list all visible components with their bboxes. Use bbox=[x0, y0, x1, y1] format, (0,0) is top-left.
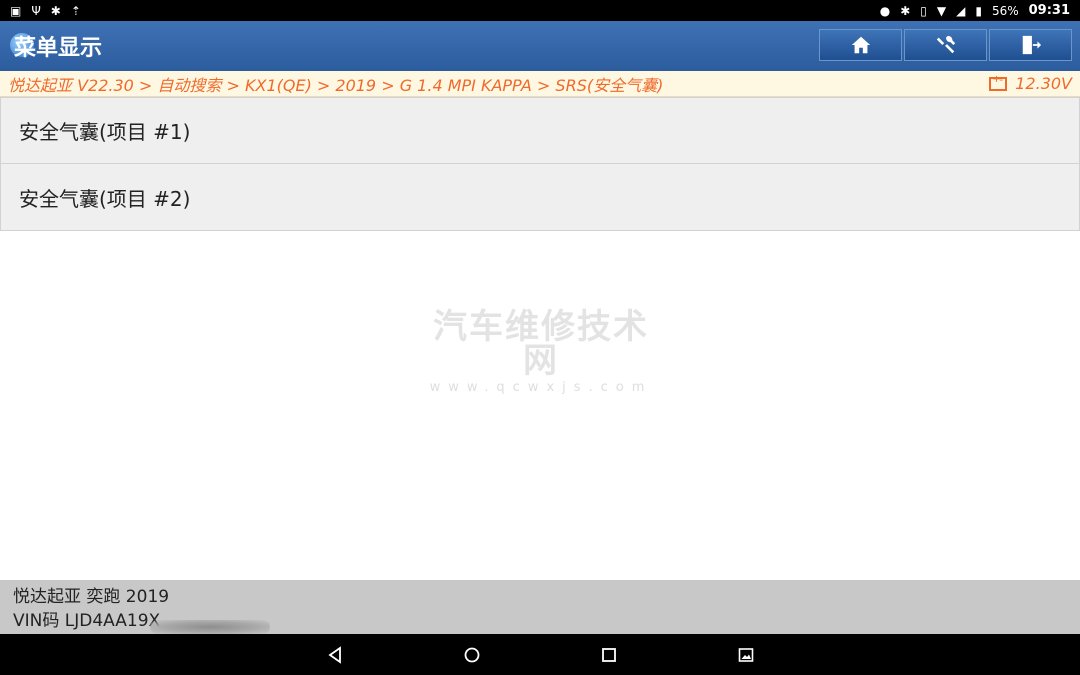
android-nav-bar bbox=[0, 634, 1080, 675]
vehicle-model: 悦达起亚 奕跑 2019 bbox=[13, 587, 170, 607]
location-icon: ● bbox=[879, 3, 891, 18]
battery-status-icon: ▮ bbox=[975, 3, 982, 18]
screenshot-button[interactable] bbox=[725, 639, 767, 671]
breadcrumb: 悦达起亚 V22.30 > 自动搜索 > KX1(QE) > 2019 > G … bbox=[8, 75, 664, 95]
diagnose-button[interactable] bbox=[904, 29, 987, 61]
home-nav-button[interactable] bbox=[451, 639, 493, 671]
voltage-indicator: 12.30V bbox=[989, 73, 1072, 93]
home-icon bbox=[851, 36, 870, 54]
recents-button[interactable] bbox=[588, 639, 630, 671]
wifi-icon: ▼ bbox=[936, 3, 947, 18]
page-title: 菜单显示 bbox=[14, 36, 103, 61]
home-circle-icon bbox=[464, 647, 479, 662]
vehicle-info-footer: 悦达起亚 奕跑 2019 VIN码 LJD4AA19X bbox=[0, 580, 1080, 634]
watermark-title: 汽车维修技术网 bbox=[433, 307, 649, 381]
redaction-smudge bbox=[150, 620, 270, 634]
home-button[interactable] bbox=[819, 29, 902, 61]
recents-icon bbox=[601, 647, 616, 662]
exit-button[interactable] bbox=[989, 29, 1072, 61]
list-item-label: 安全气囊(项目 #1) bbox=[19, 120, 191, 144]
battery-icon bbox=[989, 73, 1008, 91]
title-bar: 菜单显示 bbox=[0, 21, 1080, 71]
exit-icon bbox=[1022, 35, 1041, 55]
toolbar bbox=[819, 29, 1072, 61]
wrench-icon bbox=[936, 35, 955, 54]
list-item-label: 安全气囊(项目 #2) bbox=[19, 186, 191, 211]
clock: 09:31 bbox=[1028, 3, 1070, 18]
battery-percent: 56% bbox=[991, 3, 1019, 18]
android-status-bar: ▣ Ψ ✱ ⇡ ● ✱ ▯ ▼ ◢ ▮ 56% 09:31 bbox=[0, 0, 1080, 21]
breadcrumb-bar: 悦达起亚 V22.30 > 自动搜索 > KX1(QE) > 2019 > G … bbox=[0, 71, 1080, 97]
image-notification-icon: ▣ bbox=[10, 3, 22, 18]
vibrate-icon: ▯ bbox=[920, 3, 927, 18]
screenshot-icon bbox=[738, 647, 753, 662]
back-icon bbox=[327, 645, 341, 664]
back-button[interactable] bbox=[314, 639, 356, 671]
voltage-value: 12.30V bbox=[1015, 74, 1072, 93]
signal-icon: ◢ bbox=[956, 3, 966, 18]
usb-icon: Ψ bbox=[31, 3, 41, 18]
bluetooth-notification-icon: ✱ bbox=[50, 3, 61, 18]
bluetooth-icon: ✱ bbox=[900, 3, 911, 18]
upload-icon: ⇡ bbox=[70, 3, 81, 18]
watermark-url: www.qcwxjs.com bbox=[429, 380, 653, 395]
menu-list: 安全气囊(项目 #1) 安全气囊(项目 #2) bbox=[0, 97, 1080, 231]
list-item-airbag-2[interactable]: 安全气囊(项目 #2) bbox=[0, 164, 1080, 231]
list-item-airbag-1[interactable]: 安全气囊(项目 #1) bbox=[0, 97, 1080, 164]
watermark: 汽车维修技术网 www.qcwxjs.com bbox=[426, 310, 656, 395]
